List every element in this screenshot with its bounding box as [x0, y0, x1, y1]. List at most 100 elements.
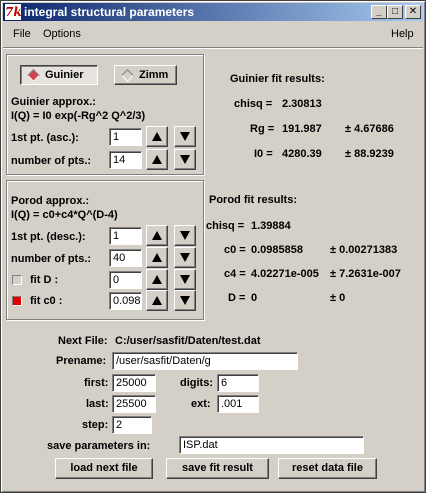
zimm-radio-indicator — [121, 69, 134, 82]
arrow-down-icon — [180, 253, 190, 262]
porod-c4-label: c4 = — [224, 268, 246, 280]
porod-num-pts-up-button[interactable] — [146, 247, 168, 268]
guinier-formula: I(Q) = I0 exp(-Rg^2 Q^2/3) — [11, 110, 146, 122]
porod-d-label: D = — [228, 292, 246, 304]
menu-options[interactable]: Options — [43, 28, 81, 40]
fit-c0-input[interactable]: 0.0985 — [109, 292, 142, 310]
porod-c0-error: ± 0.00271383 — [330, 244, 398, 256]
save-parameters-label: save parameters in: — [47, 440, 151, 452]
digits-input[interactable]: 6 — [217, 374, 259, 392]
guinier-rg-label: Rg = — [250, 123, 275, 135]
menu-file[interactable]: File — [13, 28, 31, 40]
fit-d-input[interactable]: 0 — [109, 271, 142, 289]
porod-c4-value: 4.02271e-005 — [251, 268, 319, 280]
last-input[interactable]: 25500 — [112, 395, 156, 413]
close-button[interactable]: ✕ — [405, 5, 421, 19]
menu-help[interactable]: Help — [391, 28, 414, 40]
digits-label: digits: — [180, 377, 213, 389]
guinier-first-pt-label: 1st pt. (asc.): — [11, 132, 79, 144]
save-parameters-input[interactable]: ISP.dat — [179, 436, 364, 454]
fit-d-up-button[interactable] — [146, 269, 168, 290]
arrow-up-icon — [152, 275, 162, 284]
menu-separator — [3, 47, 423, 49]
guinier-first-pt-up-button[interactable] — [146, 126, 168, 147]
porod-first-pt-down-button[interactable] — [174, 225, 196, 246]
tk-feather-icon: 7k — [5, 4, 22, 20]
arrow-up-icon — [152, 296, 162, 305]
zimm-radio-label: Zimm — [139, 69, 169, 81]
last-label: last: — [86, 398, 109, 410]
guinier-radio-label: Guinier — [45, 69, 84, 81]
ext-input[interactable]: .001 — [217, 395, 259, 413]
guinier-num-pts-label: number of pts.: — [11, 155, 92, 167]
maximize-button[interactable]: □ — [387, 5, 403, 19]
porod-first-pt-label: 1st pt. (desc.): — [11, 231, 86, 243]
first-input[interactable]: 25000 — [112, 374, 156, 392]
porod-c0-label: c0 = — [224, 244, 246, 256]
fit-d-label: fit D : — [30, 274, 59, 286]
porod-c4-error: ± 7.2631e-007 — [330, 268, 401, 280]
porod-num-pts-down-button[interactable] — [174, 247, 196, 268]
guinier-first-pt-input[interactable]: 1 — [109, 128, 142, 146]
porod-heading: Porod approx.: — [11, 195, 90, 207]
menu-file-label: File — [13, 28, 31, 40]
porod-num-pts-label: number of pts.: — [11, 253, 92, 265]
arrow-up-icon — [152, 155, 162, 164]
step-input[interactable]: 2 — [112, 416, 152, 434]
guinier-results-title: Guinier fit results: — [230, 73, 325, 85]
guinier-num-pts-up-button[interactable] — [146, 149, 168, 170]
porod-formula: I(Q) = c0+c4*Q^(D-4) — [11, 209, 118, 221]
arrow-down-icon — [180, 275, 190, 284]
prename-input[interactable]: /user/sasfit/Daten/g — [112, 352, 298, 370]
menu-options-label: Options — [43, 28, 81, 40]
zimm-radio-button[interactable]: Zimm — [114, 65, 177, 85]
guinier-chisq-value: 2.30813 — [282, 98, 322, 110]
porod-d-error: ± 0 — [330, 292, 346, 304]
porod-d-value: 0 — [251, 292, 258, 304]
guinier-i0-error: ± 88.9239 — [345, 148, 394, 160]
reset-data-file-button[interactable]: reset data file — [278, 458, 377, 479]
porod-num-pts-input[interactable]: 40 — [109, 249, 142, 267]
load-next-file-button[interactable]: load next file — [55, 458, 153, 479]
fit-c0-checkbox[interactable] — [12, 296, 22, 306]
arrow-up-icon — [152, 253, 162, 262]
fit-c0-label: fit c0 : — [30, 295, 63, 307]
guinier-chisq-label: chisq = — [234, 98, 273, 110]
guinier-i0-value: 4280.39 — [282, 148, 322, 160]
porod-c0-value: 0.0985858 — [251, 244, 303, 256]
porod-chisq-value: 1.39884 — [251, 220, 291, 232]
arrow-down-icon — [180, 155, 190, 164]
guinier-rg-error: ± 4.67686 — [345, 123, 394, 135]
guinier-radio-indicator — [27, 69, 40, 82]
prename-label: Prename: — [56, 355, 107, 367]
minimize-button[interactable]: _ — [371, 5, 387, 19]
title-bar[interactable]: 7k integral structural parameters _ □ ✕ — [3, 3, 423, 21]
ext-label: ext: — [191, 398, 211, 410]
guinier-first-pt-down-button[interactable] — [174, 126, 196, 147]
fit-c0-up-button[interactable] — [146, 290, 168, 311]
fit-d-checkbox[interactable] — [12, 275, 22, 285]
arrow-up-icon — [152, 231, 162, 240]
menu-help-label: Help — [391, 28, 414, 40]
guinier-radio-button[interactable]: Guinier — [20, 65, 98, 85]
step-label: step: — [82, 419, 109, 431]
next-file-label: Next File: — [58, 335, 108, 347]
porod-chisq-label: chisq = — [206, 220, 245, 232]
arrow-down-icon — [180, 132, 190, 141]
fit-c0-down-button[interactable] — [174, 290, 196, 311]
guinier-i0-label: I0 = — [254, 148, 273, 160]
arrow-down-icon — [180, 296, 190, 305]
guinier-num-pts-input[interactable]: 14 — [109, 151, 142, 169]
arrow-down-icon — [180, 231, 190, 240]
porod-first-pt-up-button[interactable] — [146, 225, 168, 246]
next-file-value: C:/user/sasfit/Daten/test.dat — [115, 335, 261, 347]
fit-d-down-button[interactable] — [174, 269, 196, 290]
first-label: first: — [84, 377, 109, 389]
guinier-heading: Guinier approx.: — [11, 96, 96, 108]
guinier-num-pts-down-button[interactable] — [174, 149, 196, 170]
arrow-up-icon — [152, 132, 162, 141]
porod-first-pt-input[interactable]: 1 — [109, 227, 142, 245]
save-fit-result-button[interactable]: save fit result — [166, 458, 269, 479]
porod-results-title: Porod fit results: — [209, 194, 298, 206]
guinier-rg-value: 191.987 — [282, 123, 322, 135]
